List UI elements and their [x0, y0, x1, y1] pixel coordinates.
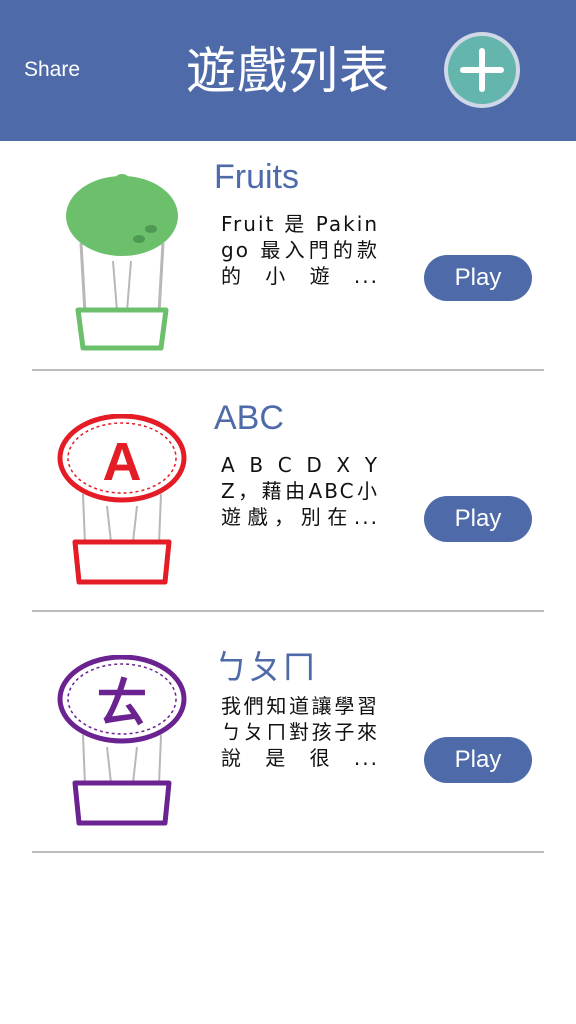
game-item-fruits: Fruits Fruit 是 Pakingo 最入門的款的小遊... Play [0, 143, 576, 384]
svg-text:A: A [103, 432, 142, 492]
letter-a-balloon-icon: A [55, 413, 190, 604]
game-title: Fruits [214, 158, 299, 196]
game-description: Fruit 是 Pakingo 最入門的款的小遊... [221, 212, 379, 288]
play-button[interactable]: Play [424, 737, 532, 783]
list-divider [32, 610, 544, 612]
bopomofo-balloon-icon: ㄊ [55, 654, 190, 845]
svg-text:ㄊ: ㄊ [96, 674, 148, 734]
game-item-abc: A ABC A B C D X Y Z，藉由ABC小遊戲，別在... Play [0, 384, 576, 625]
share-button[interactable]: Share [24, 58, 80, 82]
game-description: 我們知道讓學習ㄅㄆㄇ對孩子來說是很... [221, 694, 379, 770]
page-title: 遊戲列表 [186, 42, 390, 100]
play-button[interactable]: Play [424, 255, 532, 301]
list-divider [32, 369, 544, 371]
game-item-bopomofo: ㄊ ㄅㄆㄇ 我們知道讓學習ㄅㄆㄇ對孩子來說是很... Play [0, 625, 576, 866]
add-game-button[interactable] [444, 32, 520, 108]
plus-icon [460, 48, 504, 92]
list-divider [32, 851, 544, 853]
play-button[interactable]: Play [424, 496, 532, 542]
game-title: ABC [214, 399, 284, 437]
game-description: A B C D X Y Z，藉由ABC小遊戲，別在... [221, 453, 379, 529]
game-title: ㄅㄆㄇ [214, 649, 316, 687]
green-lime-balloon-icon [55, 173, 190, 363]
header-bar: Share 遊戲列表 [0, 0, 576, 141]
